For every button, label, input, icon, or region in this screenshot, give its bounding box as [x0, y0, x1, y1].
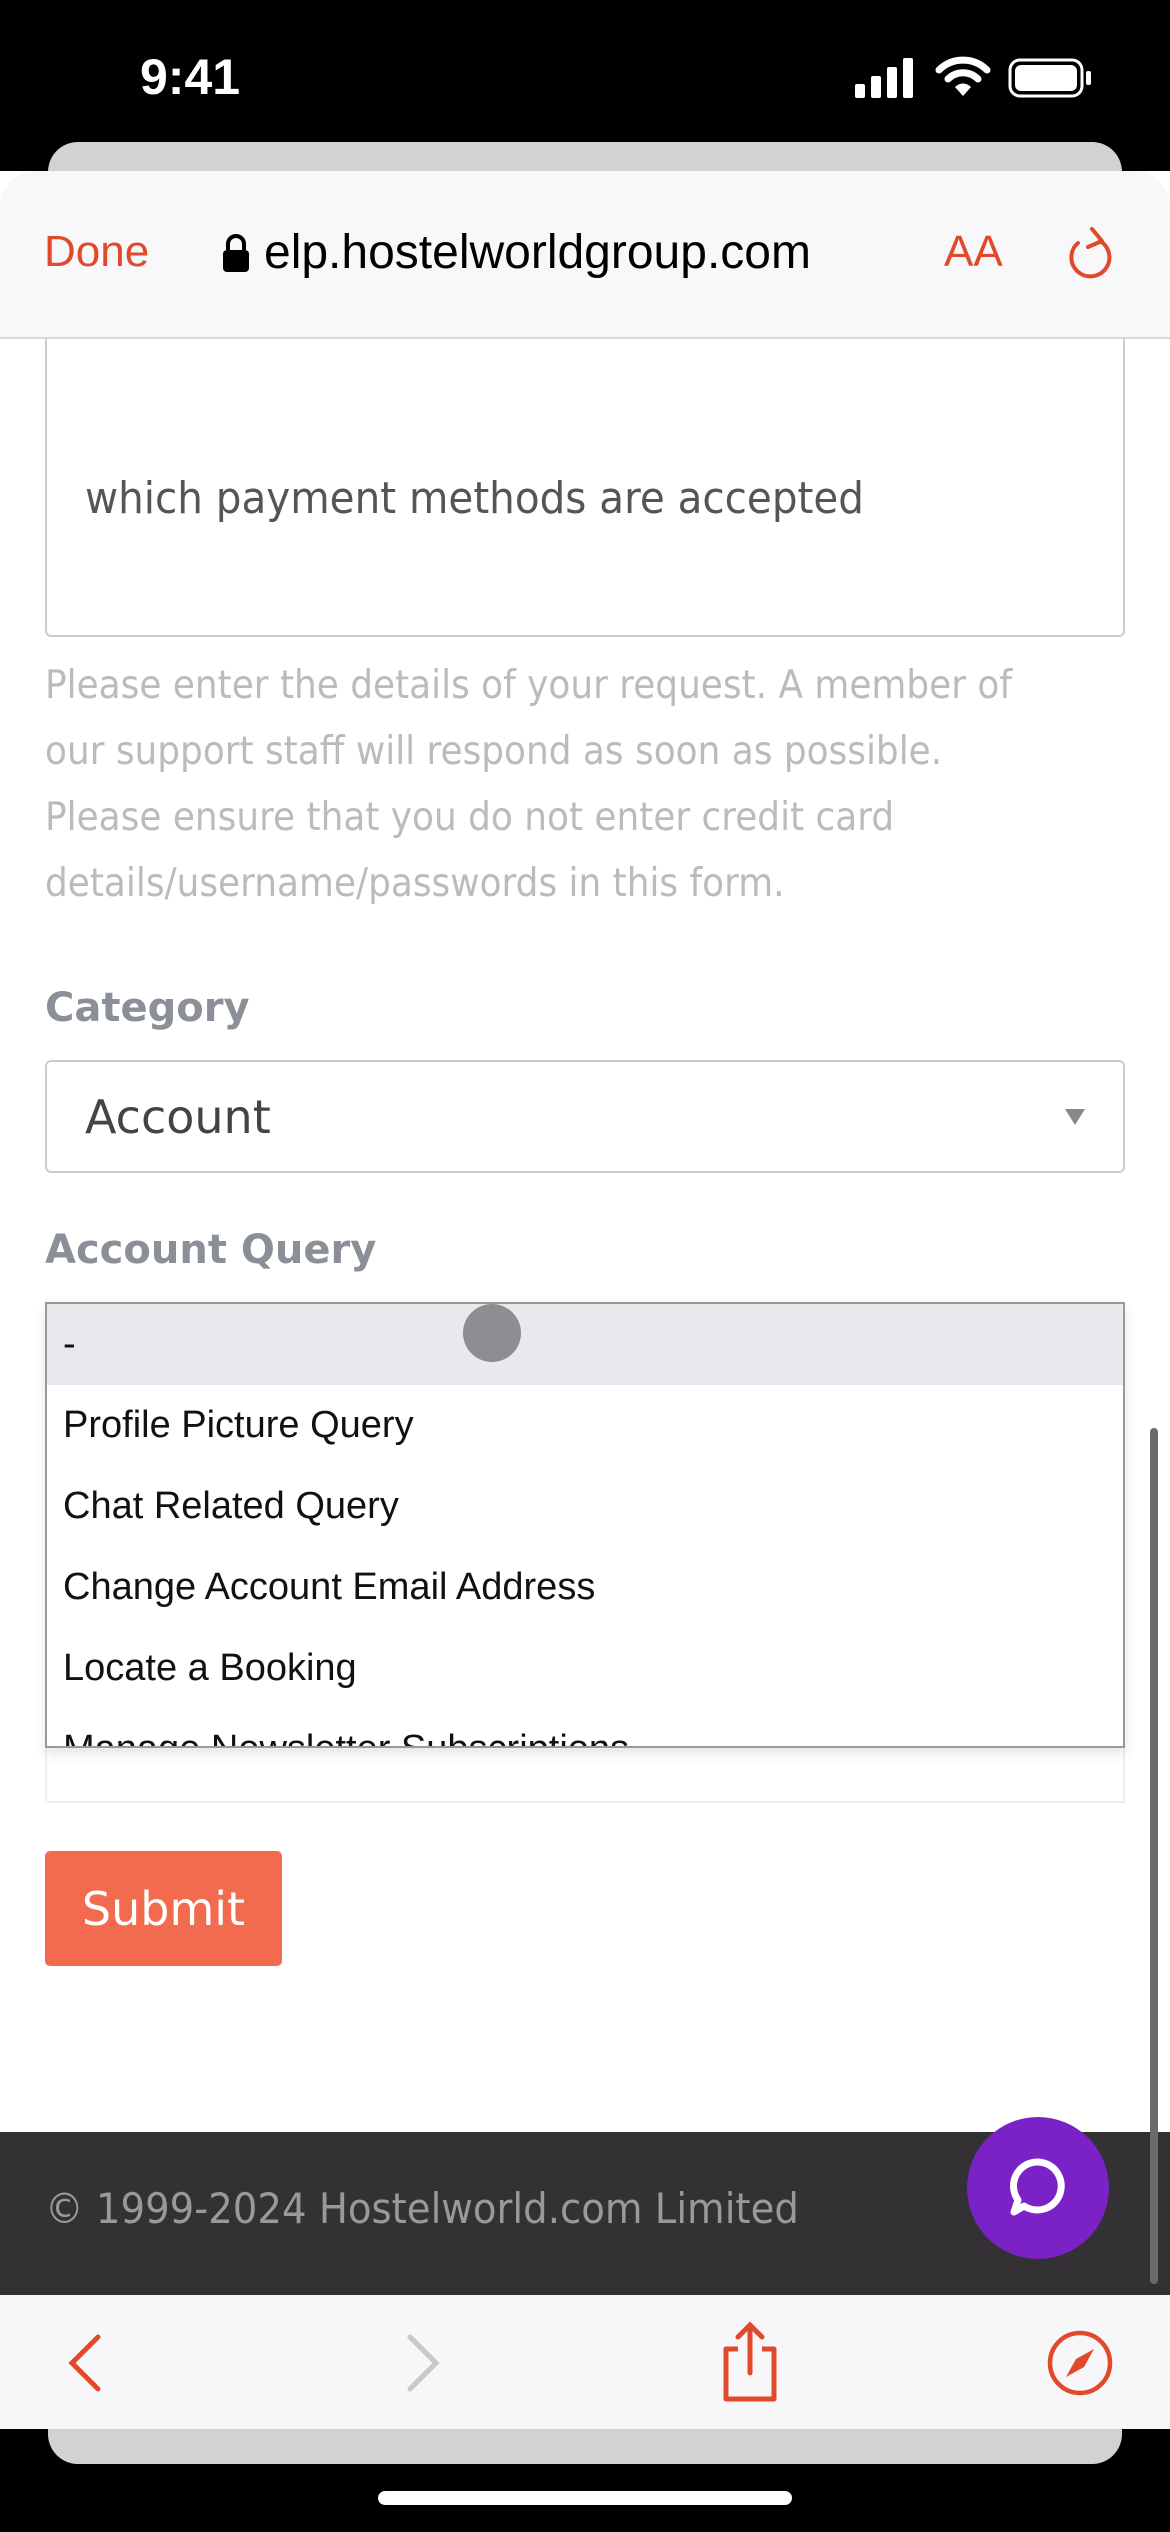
option-none[interactable]: -: [47, 1304, 1123, 1385]
battery-icon: [1008, 58, 1091, 98]
help-line: details/username/passwords in this form.: [45, 861, 785, 906]
reload-icon[interactable]: [1066, 227, 1116, 283]
web-page: which payment methods are accepted Pleas…: [0, 171, 1170, 2295]
wifi-icon: [935, 56, 991, 96]
account-query-label: Account Query: [45, 1227, 377, 1273]
help-line: Please enter the details of your request…: [45, 663, 1012, 708]
option-change-email[interactable]: Change Account Email Address: [47, 1547, 1123, 1628]
option-newsletter[interactable]: Manage Newsletter Subscriptions: [47, 1709, 1123, 1746]
category-select[interactable]: Account: [45, 1060, 1125, 1173]
submit-button[interactable]: Submit: [45, 1851, 282, 1966]
url-text: elp.hostelworldgroup.com: [264, 226, 811, 279]
help-line: Please ensure that you do not enter cred…: [45, 795, 895, 840]
browser-bottom-bar: [0, 2295, 1170, 2429]
help-line: our support staff will respond as soon a…: [45, 729, 943, 774]
lock-icon: [223, 233, 249, 272]
home-indicator[interactable]: [378, 2491, 792, 2505]
help-text: Please enter the details of your request…: [45, 653, 1048, 917]
status-time: 9:41: [140, 49, 241, 105]
category-value: Account: [85, 1089, 271, 1144]
details-textarea[interactable]: which payment methods are accepted: [45, 321, 1125, 637]
dropdown-arrow-icon: [1065, 1108, 1085, 1125]
scrollbar[interactable]: [1150, 1428, 1158, 2284]
touch-cursor: [463, 1304, 521, 1362]
option-locate-booking[interactable]: Locate a Booking: [47, 1628, 1123, 1709]
account-query-field[interactable]: [45, 1748, 1125, 1803]
address-bar[interactable]: elp.hostelworldgroup.com: [222, 225, 811, 280]
category-label: Category: [45, 985, 250, 1031]
back-icon[interactable]: [66, 2333, 106, 2393]
done-button[interactable]: Done: [44, 227, 149, 277]
option-profile-picture[interactable]: Profile Picture Query: [47, 1385, 1123, 1466]
details-text: which payment methods are accepted: [85, 473, 864, 524]
copyright-text: © 1999-2024 Hostelworld.com Limited: [45, 2184, 799, 2233]
share-icon[interactable]: [718, 2321, 782, 2403]
chat-button[interactable]: [967, 2117, 1109, 2259]
cellular-signal-icon: [855, 58, 913, 98]
browser-toolbar: Done elp.hostelworldgroup.com AA: [0, 171, 1170, 339]
text-size-button[interactable]: AA: [944, 227, 1003, 277]
forward-icon[interactable]: [402, 2333, 442, 2393]
compass-icon[interactable]: [1046, 2329, 1114, 2397]
background-sheet: [48, 2429, 1122, 2464]
option-chat-related[interactable]: Chat Related Query: [47, 1466, 1123, 1547]
chat-bubble-icon: [1009, 2158, 1065, 2216]
account-query-options[interactable]: - Profile Picture Query Chat Related Que…: [45, 1302, 1125, 1748]
